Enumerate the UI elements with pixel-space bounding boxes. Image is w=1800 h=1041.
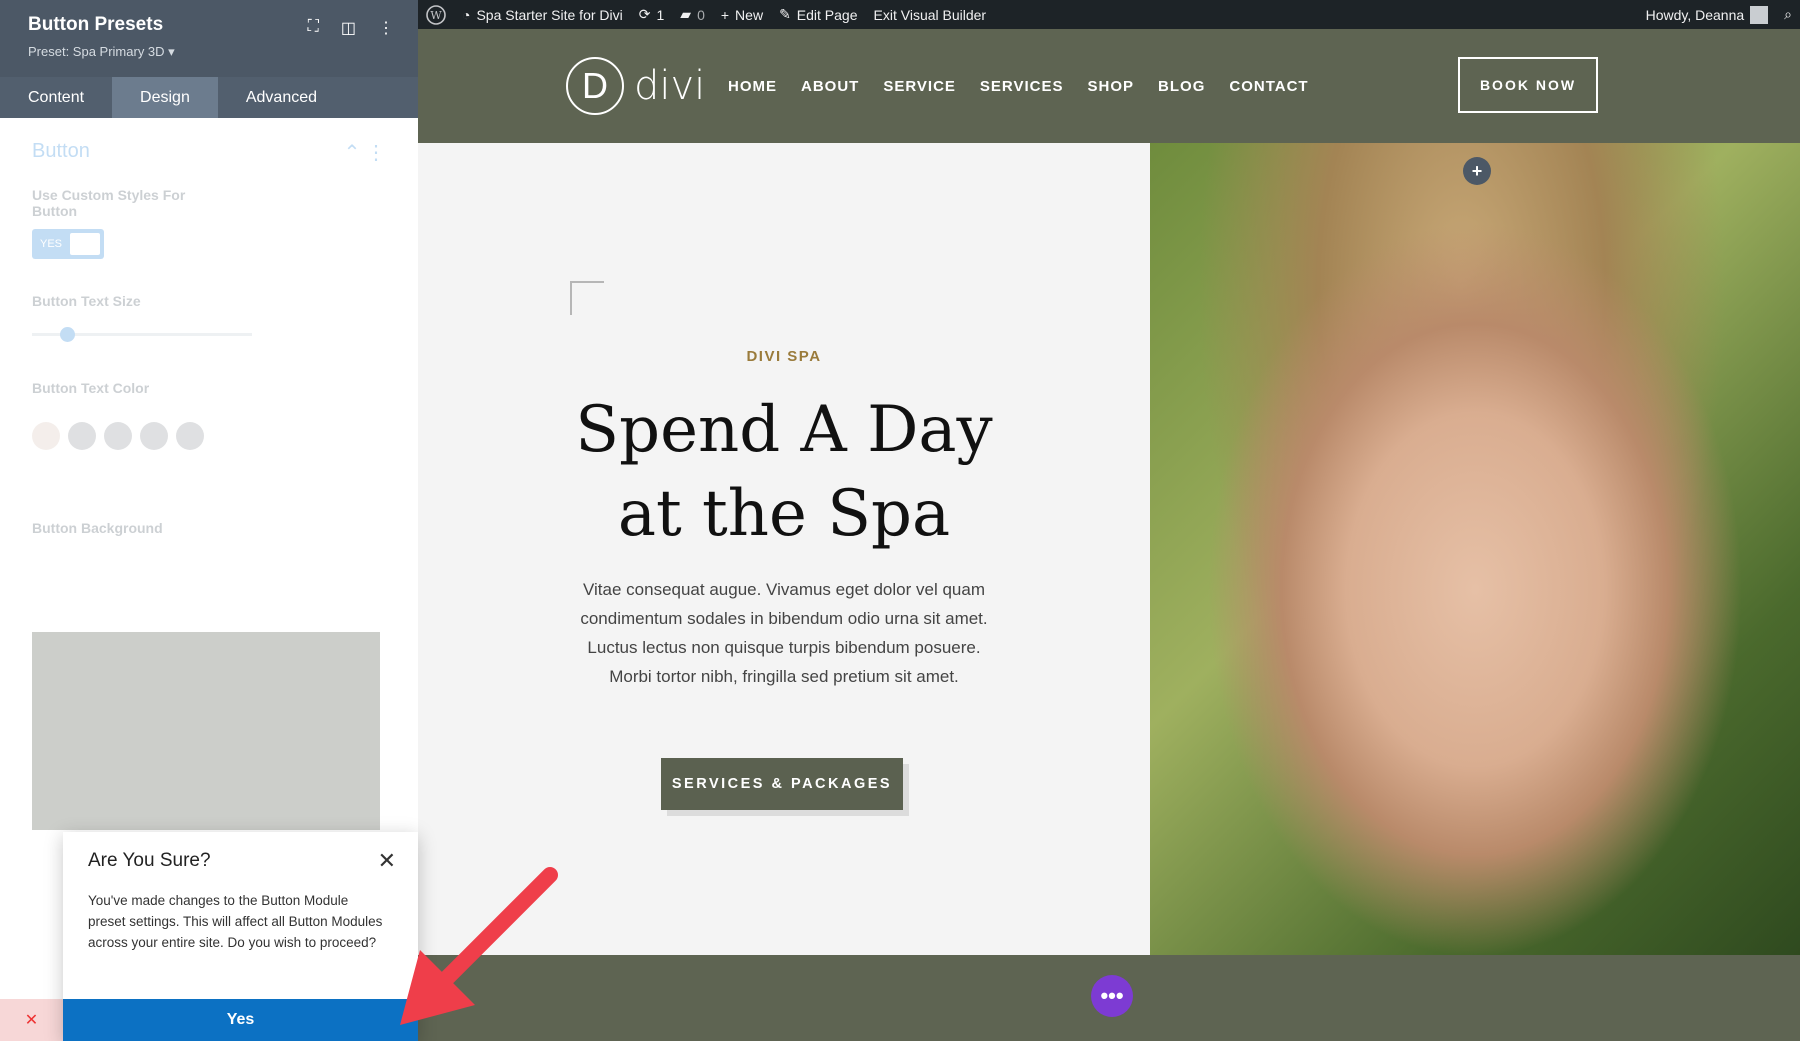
background-preview — [32, 632, 380, 830]
text-color-label: Button Text Color — [32, 380, 150, 396]
dashboard-icon: ◔ — [462, 6, 471, 23]
logo-word: divi — [634, 63, 706, 109]
confirm-dialog: Are You Sure? ✕ You've made changes to t… — [63, 832, 418, 1041]
site-header: D divi HOME ABOUT SERVICE SERVICES SHOP … — [418, 29, 1800, 143]
account-menu[interactable]: Howdy, Deanna — [1638, 0, 1777, 29]
comment-icon: ▰ — [680, 6, 692, 22]
fullscreen-icon[interactable]: ⛶ — [308, 18, 319, 38]
panel-header: Button Presets Preset: Spa Primary 3D ▾ … — [0, 0, 418, 77]
hero-photo — [1150, 143, 1800, 955]
text-size-label: Button Text Size — [32, 293, 141, 309]
logo-mark: D — [566, 57, 624, 115]
nav-contact[interactable]: CONTACT — [1229, 78, 1308, 95]
button-section-title[interactable]: Button — [32, 140, 90, 165]
nav-blog[interactable]: BLOG — [1158, 78, 1205, 95]
custom-styles-label: Use Custom Styles For Button — [32, 187, 186, 219]
text-size-slider[interactable] — [32, 327, 252, 342]
design-settings-faded: Button ⌃ ⋮ Use Custom Styles For Button … — [0, 140, 418, 536]
collapse-icon[interactable]: ⌃ ⋮ — [344, 140, 386, 165]
admin-search-icon[interactable]: ⌕ — [1776, 0, 1800, 29]
refresh-icon: ⟳ — [638, 6, 651, 22]
custom-styles-toggle[interactable]: YES — [32, 229, 104, 259]
swatch[interactable] — [140, 422, 168, 450]
slider-handle[interactable] — [60, 327, 75, 342]
edit-page-link[interactable]: ✎ Edit Page — [771, 0, 865, 29]
pencil-icon: ✎ — [779, 6, 791, 22]
hero-eyebrow: DIVI SPA — [746, 348, 822, 365]
color-swatches — [32, 422, 386, 450]
toggle-value: YES — [40, 238, 63, 250]
site-logo[interactable]: D divi — [566, 57, 705, 115]
comments-count: 0 — [697, 6, 705, 23]
more-options-icon[interactable]: ⋮ — [378, 18, 394, 38]
builder-menu-button[interactable]: ••• — [1091, 975, 1133, 1017]
panel-tabs: Content Design Advanced — [0, 77, 418, 118]
nav-about[interactable]: ABOUT — [801, 78, 859, 95]
headline-line-1: Spend A Day — [575, 393, 993, 467]
add-module-button[interactable]: + — [1463, 157, 1491, 185]
book-now-button[interactable]: BOOK NOW — [1458, 57, 1598, 113]
section-title: Button ⌃ ⋮ — [32, 140, 386, 165]
new-content-link[interactable]: + New — [713, 0, 771, 29]
hero-text-column: DIVI SPA Spend A Day at the Spa Vitae co… — [418, 143, 1150, 955]
nav-home[interactable]: HOME — [728, 78, 777, 95]
wordpress-logo-icon[interactable]: W — [418, 0, 454, 29]
greeting: Howdy, Deanna — [1645, 6, 1745, 23]
tab-design[interactable]: Design — [112, 77, 218, 118]
dialog-title: Are You Sure? — [88, 850, 211, 871]
dialog-message: You've made changes to the Button Module… — [88, 893, 383, 950]
avatar — [1750, 5, 1769, 24]
tab-content[interactable]: Content — [0, 77, 112, 118]
updates-count: 1 — [656, 6, 665, 23]
cancel-button[interactable]: ✕ — [0, 999, 63, 1041]
hero-body: Vitae consequat augue. Vivamus eget dolo… — [580, 580, 988, 686]
screen: W ◔ Spa Starter Site for Divi ⟳ 1 ▰ 0 + … — [0, 0, 1800, 1041]
comments-link[interactable]: ▰ 0 — [672, 0, 713, 29]
plus-icon: + — [720, 6, 730, 23]
corner-decoration — [570, 281, 604, 315]
exit-builder-label: Exit Visual Builder — [873, 6, 987, 23]
tab-advanced[interactable]: Advanced — [218, 77, 345, 118]
swatch[interactable] — [68, 422, 96, 450]
updates-link[interactable]: ⟳ 1 — [631, 0, 673, 29]
swatch[interactable] — [104, 422, 132, 450]
site-name-link[interactable]: ◔ Spa Starter Site for Divi — [454, 0, 631, 29]
main-nav: HOME ABOUT SERVICE SERVICES SHOP BLOG CO… — [728, 78, 1309, 95]
panel-header-icons: ⛶ ◫ ⋮ — [308, 18, 394, 38]
svg-text:W: W — [430, 9, 442, 22]
preset-selector[interactable]: Preset: Spa Primary 3D ▾ — [28, 44, 390, 60]
annotation-arrow-icon — [400, 867, 558, 1025]
background-label: Button Background — [32, 520, 163, 536]
site-name: Spa Starter Site for Divi — [476, 6, 623, 23]
nav-services[interactable]: SERVICES — [980, 78, 1064, 95]
swatch[interactable] — [176, 422, 204, 450]
wp-admin-bar: W ◔ Spa Starter Site for Divi ⟳ 1 ▰ 0 + … — [418, 0, 1800, 29]
nav-service[interactable]: SERVICE — [883, 78, 956, 95]
nav-shop[interactable]: SHOP — [1088, 78, 1135, 95]
hero-headline: Spend A Day at the Spa — [418, 388, 1150, 556]
new-label: New — [735, 6, 764, 23]
split-view-icon[interactable]: ◫ — [341, 18, 356, 38]
edit-page-label: Edit Page — [796, 6, 858, 23]
yes-button[interactable]: Yes — [63, 999, 418, 1041]
swatch[interactable] — [32, 422, 60, 450]
exit-visual-builder-link[interactable]: Exit Visual Builder — [866, 0, 995, 29]
services-packages-button[interactable]: SERVICES & PACKAGES — [661, 758, 903, 810]
headline-line-2: at the Spa — [617, 477, 951, 551]
